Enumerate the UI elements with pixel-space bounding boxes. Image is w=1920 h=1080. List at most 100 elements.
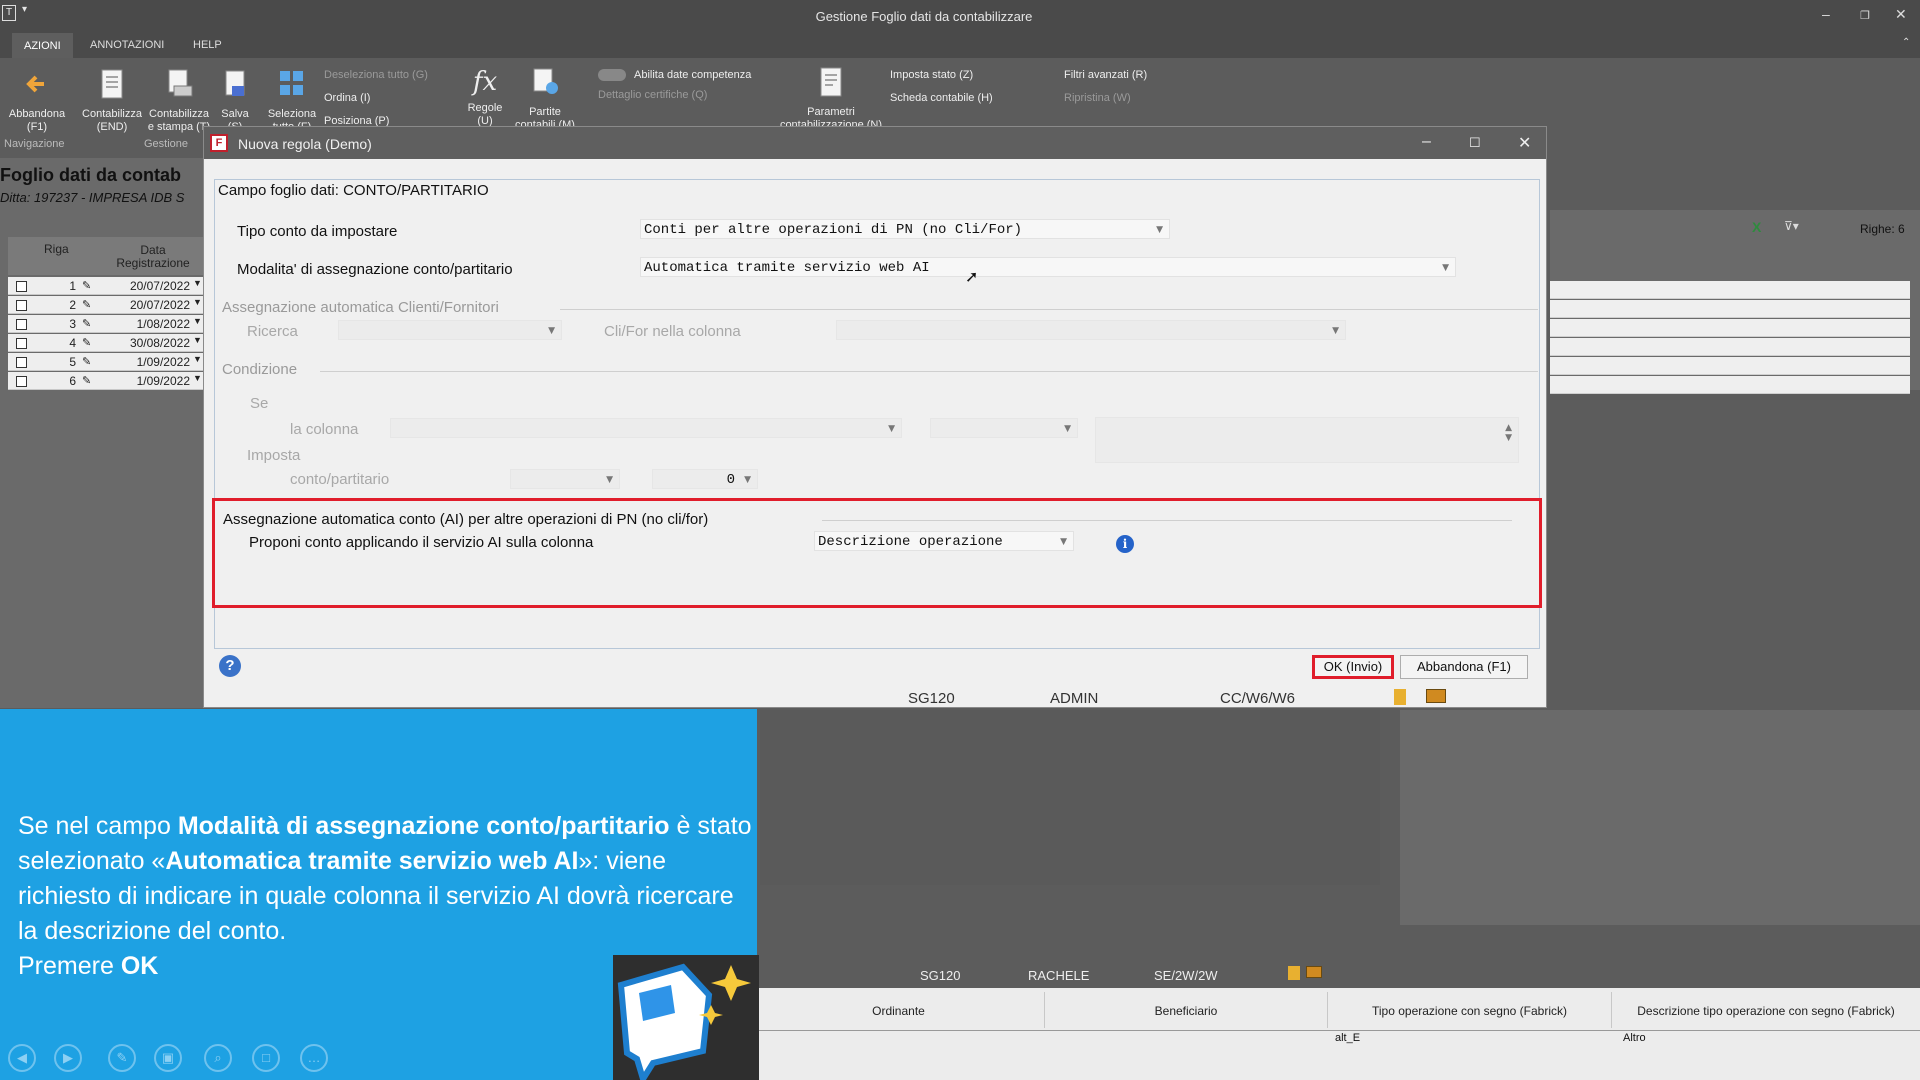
tutorial-text-part: OK [120, 952, 159, 980]
table-row[interactable]: 1 ✎ 20/07/2022 ▼ [8, 277, 203, 295]
chevron-down-icon[interactable]: ▼ [193, 297, 202, 307]
abbandona-button[interactable]: Abbandona (F1) [4, 68, 70, 134]
column-ordinante[interactable]: Ordinante [757, 1004, 1040, 1018]
parametri-contabilizzazione-button[interactable]: Parametri contabilizzazione (N) [774, 66, 888, 130]
row-checkbox[interactable] [16, 319, 27, 330]
row-checkbox[interactable] [16, 357, 27, 368]
cli-for-colonna-label: Cli/For nella colonna [604, 323, 741, 340]
save-icon[interactable]: ▣ [154, 1044, 182, 1072]
column-data-registrazione[interactable]: Data Registrazione [108, 244, 198, 270]
help-icon[interactable]: ? [219, 655, 241, 677]
tab-help[interactable]: HELP [193, 39, 222, 51]
contabilizza-button[interactable]: Contabilizza (END) [80, 68, 144, 134]
column-descrizione-tipo-operazione[interactable]: Descrizione tipo operazione con segno (F… [1612, 1004, 1920, 1018]
seleziona-tutto-button[interactable]: Seleziona tutto (F) [266, 68, 318, 134]
chevron-down-icon: ▼ [888, 424, 895, 434]
condizione-valore-input[interactable]: ▲ ▼ [1095, 417, 1519, 463]
column-riga[interactable]: Riga [44, 242, 69, 256]
chevron-down-icon[interactable]: ▼ [193, 373, 202, 383]
right-row[interactable] [1550, 319, 1910, 337]
grid-header: Riga Data Registrazione [8, 237, 203, 275]
chevron-down-icon[interactable]: ▼ [193, 278, 202, 288]
dialog-app-icon: F [210, 134, 228, 152]
info-icon[interactable]: i [1116, 535, 1134, 553]
condizione-operatore-select[interactable]: ▼ [930, 418, 1078, 438]
edit-icon[interactable]: ✎ [82, 279, 96, 292]
right-row[interactable] [1550, 281, 1910, 299]
right-row[interactable] [1550, 338, 1910, 356]
tutorial-text-part: Se nel campo [18, 812, 178, 840]
ordina-button[interactable]: Ordina (I) [324, 92, 370, 104]
next-icon[interactable]: ▶ [54, 1044, 82, 1072]
row-checkbox[interactable] [16, 300, 27, 311]
collapse-ribbon-icon[interactable]: ⌃ [1902, 37, 1910, 48]
zoom-icon[interactable]: ⌕ [204, 1044, 232, 1072]
tab-annotazioni[interactable]: ANNOTAZIONI [90, 39, 164, 51]
fullscreen-icon[interactable]: □ [252, 1044, 280, 1072]
edit-icon[interactable]: ✎ [82, 317, 96, 330]
conto-partitario-label: conto/partitario [290, 471, 390, 488]
abilita-date-toggle[interactable]: Abilita date competenza [598, 69, 751, 82]
chevron-down-icon: ▼ [1156, 225, 1163, 235]
row-checkbox[interactable] [16, 281, 27, 292]
edit-icon[interactable]: ✎ [82, 298, 96, 311]
section-divider [320, 371, 1538, 372]
deseleziona-tutto-button[interactable]: Deseleziona tutto (G) [324, 69, 428, 81]
proponi-colonna-select[interactable]: Descrizione operazione ▼ [814, 531, 1074, 551]
edit-icon[interactable]: ✎ [82, 374, 96, 387]
close-icon[interactable]: ✕ [1518, 133, 1531, 153]
imposta-stato-button[interactable]: Imposta stato (Z) [890, 69, 973, 81]
chevron-down-icon[interactable]: ▼ [193, 354, 202, 364]
excel-icon[interactable]: X [1752, 219, 1761, 235]
right-row[interactable] [1550, 357, 1910, 375]
edit-icon[interactable]: ✎ [82, 336, 96, 349]
minimize-icon[interactable]: – [1422, 133, 1431, 151]
minimize-icon[interactable]: – [1822, 6, 1830, 22]
pen-icon[interactable]: ✎ [108, 1044, 136, 1072]
chevron-down-icon[interactable]: ▼ [193, 316, 202, 326]
table-row[interactable]: 5 ✎ 1/09/2022 ▼ [8, 353, 203, 371]
ripristina-button[interactable]: Ripristina (W) [1064, 92, 1131, 104]
imposta-conto-select[interactable]: ▼ [510, 469, 620, 489]
filter-icon[interactable]: ⊽▾ [1784, 219, 1799, 233]
abbandona-dialog-button[interactable]: Abbandona (F1) [1400, 655, 1528, 679]
cell-tipo-operazione[interactable]: alt_E [1335, 1032, 1360, 1044]
salva-button[interactable]: Salva (S) [216, 68, 254, 134]
partite-contabili-button[interactable]: Partite contabili (M) [512, 66, 578, 130]
filtri-avanzati-button[interactable]: Filtri avanzati (R) [1064, 69, 1147, 81]
restore-icon[interactable]: ❐ [1860, 9, 1870, 22]
column-beneficiario[interactable]: Beneficiario [1045, 1004, 1327, 1018]
regole-label: Regole (U) [467, 102, 503, 126]
table-row[interactable]: 6 ✎ 1/09/2022 ▼ [8, 372, 203, 390]
table-row[interactable]: 4 ✎ 30/08/2022 ▼ [8, 334, 203, 352]
cell-descrizione[interactable]: Altro [1623, 1032, 1646, 1044]
more-icon[interactable]: … [300, 1044, 328, 1072]
tipo-conto-select[interactable]: Conti per altre operazioni di PN (no Cli… [640, 219, 1170, 239]
imposta-numero-input[interactable]: 0 ▼ [652, 469, 758, 489]
ricerca-select[interactable]: ▼ [338, 320, 562, 340]
modalita-select[interactable]: Automatica tramite servizio web AI ▼ [640, 257, 1456, 277]
ok-button[interactable]: OK (Invio) [1312, 655, 1394, 679]
row-checkbox[interactable] [16, 338, 27, 349]
cli-for-colonna-select[interactable]: ▼ [836, 320, 1346, 340]
table-row[interactable]: 2 ✎ 20/07/2022 ▼ [8, 296, 203, 314]
contabilizza-stampa-button[interactable]: Contabilizza e stampa (T) [146, 68, 212, 134]
chevron-down-icon[interactable]: ▼ [193, 335, 202, 345]
tab-azioni[interactable]: AZIONI [12, 33, 73, 59]
maximize-icon[interactable]: ☐ [1469, 135, 1481, 151]
column-tipo-operazione[interactable]: Tipo operazione con segno (Fabrick) [1328, 1004, 1611, 1018]
row-checkbox[interactable] [16, 376, 27, 387]
regole-button[interactable]: fx Regole (U) [462, 66, 508, 126]
row-number: 5 [69, 355, 76, 369]
scheda-contabile-button[interactable]: Scheda contabile (H) [890, 92, 993, 104]
monitor-status-icon [1306, 966, 1322, 978]
edit-icon[interactable]: ✎ [82, 355, 96, 368]
previous-icon[interactable]: ◀ [8, 1044, 36, 1072]
tipo-conto-label: Tipo conto da impostare [237, 223, 398, 240]
dettaglio-certifiche-button[interactable]: Dettaglio certifiche (Q) [598, 89, 707, 101]
right-row[interactable] [1550, 300, 1910, 318]
right-row[interactable] [1550, 376, 1910, 394]
close-icon[interactable]: ✕ [1895, 6, 1907, 23]
table-row[interactable]: 3 ✎ 1/08/2022 ▼ [8, 315, 203, 333]
condizione-colonna-select[interactable]: ▼ [390, 418, 902, 438]
